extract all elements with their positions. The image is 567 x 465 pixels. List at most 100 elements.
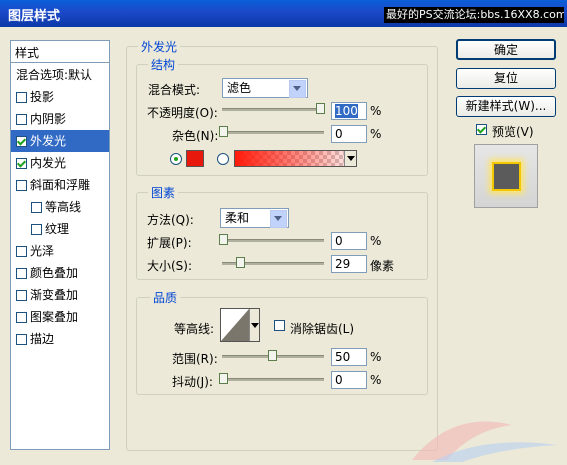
style-list-item-label: 描边	[30, 332, 55, 346]
style-list-item-label: 外发光	[30, 134, 67, 148]
ok-button[interactable]: 确定	[456, 39, 556, 60]
style-list-item-label: 纹理	[45, 222, 70, 236]
style-checkbox[interactable]	[16, 268, 27, 279]
preview-checkbox[interactable]	[476, 122, 489, 135]
style-checkbox[interactable]	[16, 180, 27, 191]
technique-value: 柔和	[225, 211, 250, 225]
outer-glow-title: 外发光	[138, 38, 181, 55]
glow-color-swatch[interactable]	[186, 150, 204, 167]
range-label: 范围(R):	[172, 352, 218, 366]
opacity-slider-thumb[interactable]	[316, 103, 325, 114]
style-checkbox[interactable]	[16, 158, 27, 169]
range-input[interactable]: 50	[331, 348, 367, 366]
style-list-item-label: 图案叠加	[30, 310, 79, 324]
style-preview	[474, 144, 538, 208]
size-input[interactable]: 29	[331, 255, 367, 273]
style-checkbox[interactable]	[31, 224, 42, 235]
preview-label: 预览(V)	[492, 125, 534, 139]
style-list-item[interactable]: 等高线	[11, 196, 109, 218]
chevron-down-icon	[249, 309, 259, 341]
quality-title: 品质	[150, 289, 181, 306]
chevron-down-icon	[270, 210, 287, 228]
window-title: 图层样式	[8, 9, 61, 24]
spread-slider-track[interactable]	[222, 239, 324, 242]
jitter-input[interactable]: 0	[331, 371, 367, 389]
style-checkbox[interactable]	[16, 92, 27, 103]
style-list-item[interactable]: 纹理	[11, 218, 109, 240]
style-list-item-label: 混合选项:默认	[16, 68, 93, 82]
style-list: 样式 混合选项:默认投影内阴影外发光内发光斜面和浮雕等高线纹理光泽颜色叠加渐变叠…	[10, 40, 110, 450]
style-checkbox[interactable]	[16, 312, 27, 323]
jitter-label: 抖动(J):	[172, 375, 213, 389]
jitter-unit: %	[370, 373, 382, 387]
noise-unit: %	[370, 127, 382, 141]
style-list-item[interactable]: 投影	[11, 86, 109, 108]
style-list-item[interactable]: 光泽	[11, 240, 109, 262]
style-list-item-label: 投影	[30, 90, 55, 104]
blend-mode-label: 混合模式:	[148, 83, 201, 97]
solid-color-radio[interactable]	[170, 153, 182, 165]
style-list-item[interactable]: 图案叠加	[11, 306, 109, 328]
site-logo-watermark	[412, 421, 557, 462]
style-list-item[interactable]: 渐变叠加	[11, 284, 109, 306]
technique-select[interactable]: 柔和	[220, 208, 289, 228]
new-style-button[interactable]: 新建样式(W)...	[456, 96, 556, 117]
structure-title: 结构	[148, 56, 179, 73]
style-list-header[interactable]: 样式	[11, 41, 109, 63]
jitter-slider-thumb[interactable]	[219, 373, 228, 384]
style-list-item-label: 光泽	[30, 244, 55, 258]
opacity-label: 不透明度(O):	[147, 106, 218, 120]
style-list-item-label: 渐变叠加	[30, 288, 79, 302]
style-list-item[interactable]: 描边	[11, 328, 109, 350]
style-list-item-label: 斜面和浮雕	[30, 178, 91, 192]
anti-alias-checkbox[interactable]	[274, 318, 287, 331]
style-checkbox[interactable]	[16, 246, 27, 257]
spread-slider-thumb[interactable]	[219, 234, 228, 245]
size-unit: 像素	[370, 259, 395, 273]
contour-curve-icon	[221, 309, 249, 341]
range-slider-thumb[interactable]	[268, 350, 277, 361]
size-label: 大小(S):	[147, 259, 193, 273]
glow-gradient-picker[interactable]	[234, 150, 357, 167]
style-checkbox[interactable]	[16, 290, 27, 301]
size-slider-thumb[interactable]	[236, 257, 245, 268]
style-list-item-label: 颜色叠加	[30, 266, 79, 280]
style-list-item[interactable]: 斜面和浮雕	[11, 174, 109, 196]
style-list-item[interactable]: 混合选项:默认	[11, 64, 109, 86]
style-list-item[interactable]: 外发光	[11, 130, 109, 152]
elements-title: 图素	[148, 184, 179, 201]
style-checkbox[interactable]	[31, 202, 42, 213]
chevron-down-icon	[289, 80, 306, 98]
reset-button[interactable]: 复位	[456, 68, 556, 89]
anti-alias-label: 消除锯齿(L)	[290, 322, 355, 336]
noise-input[interactable]: 0	[331, 125, 367, 143]
noise-slider-thumb[interactable]	[219, 126, 228, 137]
watermark-banner: 最好的PS交流论坛:bbs.16XX8.com	[384, 7, 564, 23]
style-list-item-label: 等高线	[45, 200, 82, 214]
style-list-item[interactable]: 内发光	[11, 152, 109, 174]
noise-label: 杂色(N):	[172, 129, 219, 143]
chevron-down-icon	[344, 151, 356, 166]
spread-input[interactable]: 0	[331, 232, 367, 250]
contour-picker[interactable]	[220, 308, 260, 342]
range-unit: %	[370, 350, 382, 364]
spread-unit: %	[370, 234, 382, 248]
style-checkbox[interactable]	[16, 334, 27, 345]
noise-slider-track[interactable]	[222, 131, 324, 134]
blend-mode-select[interactable]: 滤色	[222, 78, 308, 98]
style-checkbox[interactable]	[16, 114, 27, 125]
opacity-unit: %	[370, 104, 382, 118]
blend-mode-value: 滤色	[227, 81, 252, 95]
jitter-slider-track[interactable]	[222, 378, 324, 381]
gradient-radio[interactable]	[217, 153, 229, 165]
opacity-input[interactable]: 100	[331, 102, 367, 120]
technique-label: 方法(Q):	[147, 213, 194, 227]
style-list-item[interactable]: 内阴影	[11, 108, 109, 130]
opacity-slider-track[interactable]	[222, 108, 324, 111]
preview-swatch	[492, 162, 521, 191]
style-list-item-label: 内发光	[30, 156, 67, 170]
style-list-item-label: 内阴影	[30, 112, 67, 126]
contour-label: 等高线:	[174, 322, 215, 336]
style-checkbox[interactable]	[16, 136, 27, 147]
style-list-item[interactable]: 颜色叠加	[11, 262, 109, 284]
